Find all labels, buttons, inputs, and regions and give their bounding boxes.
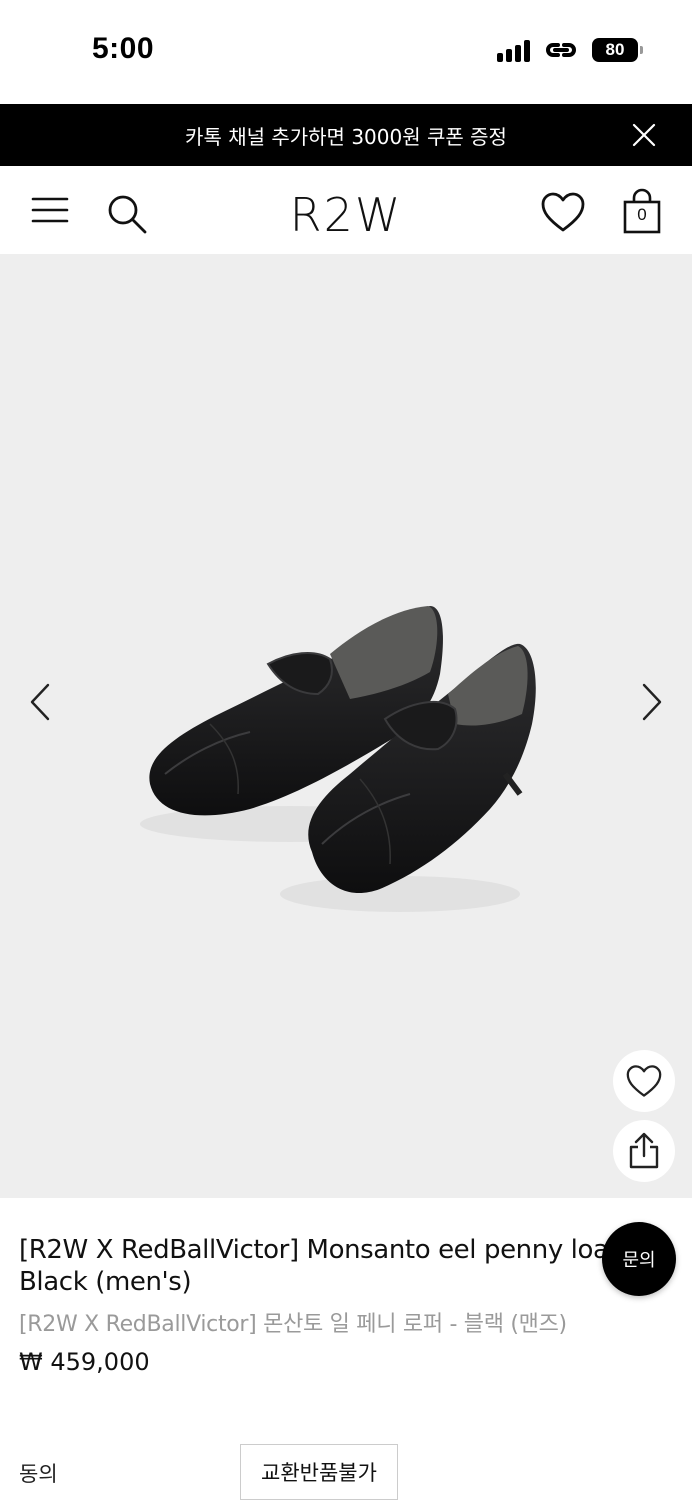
heart-icon	[626, 1065, 662, 1097]
promo-banner[interactable]: 카톡 채널 추가하면 3000원 쿠폰 증정	[0, 104, 692, 166]
cart-count: 0	[637, 205, 647, 224]
link-icon	[546, 43, 576, 57]
status-icons: 80	[497, 38, 643, 62]
close-icon[interactable]	[632, 123, 656, 147]
share-float-button[interactable]	[613, 1120, 675, 1182]
product-title-line-1: [R2W X RedBallVictor] Monsanto eel penny…	[19, 1235, 609, 1265]
product-info: [R2W X RedBallVictor] Monsanto eel penny…	[0, 1198, 692, 1500]
site-header: R2W 0	[0, 166, 692, 254]
signal-icon	[497, 38, 530, 62]
share-icon	[629, 1132, 659, 1169]
product-price: ₩ 459,000	[19, 1348, 150, 1376]
product-title-line-2: Black (men's)	[19, 1267, 192, 1297]
battery-icon: 80	[592, 38, 643, 62]
brand-logo[interactable]: R2W	[0, 188, 692, 242]
agreement-label: 동의	[19, 1462, 58, 1486]
battery-level: 80	[605, 40, 625, 59]
heart-icon	[541, 192, 585, 232]
inquiry-button[interactable]: 문의	[602, 1222, 676, 1296]
next-image-arrow[interactable]	[640, 682, 664, 722]
cart-button[interactable]: 0	[620, 188, 664, 236]
product-title-en: [R2W X RedBallVictor] Monsanto eel penny…	[19, 1234, 609, 1298]
wishlist-float-button[interactable]	[613, 1050, 675, 1112]
product-title-ko: [R2W X RedBallVictor] 몬산토 일 페니 로퍼 - 블랙 (…	[19, 1312, 567, 1337]
product-image	[140, 606, 536, 912]
wishlist-button[interactable]	[538, 190, 588, 234]
status-time: 5:00	[92, 32, 155, 65]
promo-text: 카톡 채널 추가하면 3000원 쿠폰 증정	[185, 124, 507, 149]
status-bar: 5:00 80	[0, 0, 692, 104]
no-exchange-return-button[interactable]: 교환반품불가	[240, 1444, 398, 1500]
product-gallery[interactable]	[0, 254, 692, 1198]
prev-image-arrow[interactable]	[28, 682, 52, 722]
